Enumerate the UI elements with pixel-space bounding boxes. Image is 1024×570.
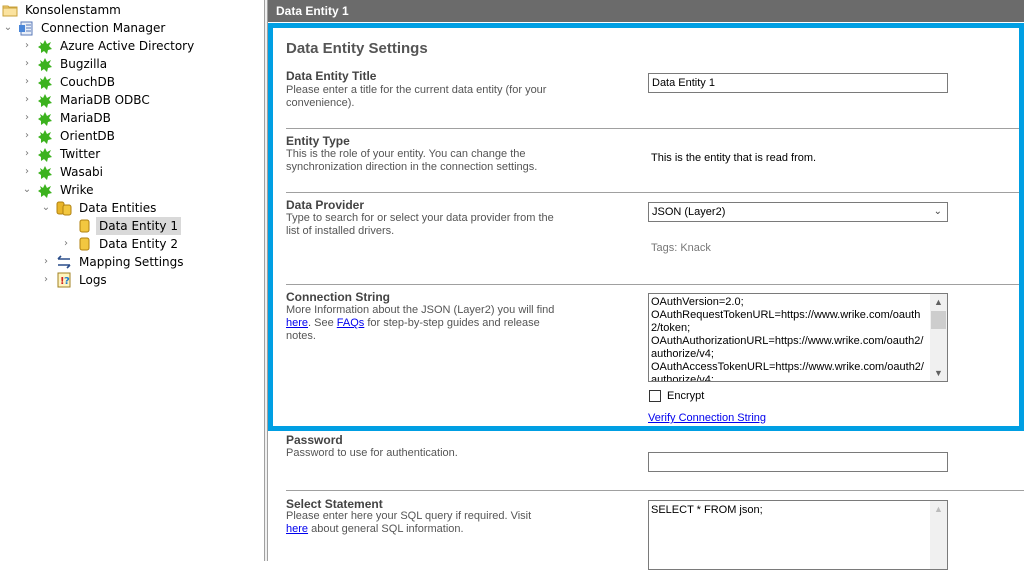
data-provider-select[interactable]: JSON (Layer2) ⌄ bbox=[648, 202, 948, 222]
tree-node-mapping-settings[interactable]: › Mapping Settings bbox=[40, 253, 187, 271]
connection-string-text: OAuthVersion=2.0; OAuthRequestTokenURL=ht… bbox=[651, 296, 924, 382]
connection-label: Bugzilla bbox=[60, 57, 108, 71]
chevron-right-icon[interactable]: › bbox=[21, 163, 33, 181]
divider bbox=[286, 284, 1024, 285]
encrypt-checkbox[interactable] bbox=[649, 390, 661, 402]
log-icon: !? bbox=[56, 272, 72, 288]
password-label: Password bbox=[286, 433, 343, 447]
chevron-right-icon[interactable]: › bbox=[21, 91, 33, 109]
connection-label: Wrike bbox=[60, 183, 94, 197]
tree-node-connection[interactable]: › Twitter bbox=[21, 145, 103, 163]
chevron-right-icon[interactable]: › bbox=[21, 145, 33, 163]
connector-icon bbox=[37, 74, 53, 90]
password-description: Password to use for authentication. bbox=[286, 447, 458, 459]
tree-node-data-entities[interactable]: ⌄ Data Entities bbox=[40, 199, 159, 217]
tree-node-logs[interactable]: › !? Logs bbox=[40, 271, 110, 289]
tree-node-connection-manager[interactable]: ⌄ Connection Manager bbox=[2, 19, 168, 37]
scroll-down-icon[interactable]: ▼ bbox=[930, 365, 947, 381]
divider bbox=[286, 128, 1024, 129]
connection-string-label: Connection String bbox=[286, 290, 390, 304]
chevron-right-icon[interactable]: › bbox=[21, 55, 33, 73]
chevron-down-icon[interactable]: ⌄ bbox=[2, 19, 14, 37]
tree-node-connection[interactable]: › CouchDB bbox=[21, 73, 118, 91]
password-input[interactable] bbox=[648, 452, 948, 472]
encrypt-label: Encrypt bbox=[667, 390, 705, 402]
connector-icon bbox=[37, 56, 53, 72]
connection-string-description: More Information about the JSON (Layer2)… bbox=[286, 304, 555, 342]
scroll-up-icon[interactable]: ▲ bbox=[930, 501, 947, 517]
entity-type-value: This is the entity that is read from. bbox=[651, 152, 817, 164]
select-statement-textarea[interactable]: SELECT * FROM json; ▲ bbox=[648, 500, 948, 570]
sql-here-link[interactable]: here bbox=[286, 523, 308, 535]
entity-type-description: This is the role of your entity. You can… bbox=[286, 148, 538, 173]
tree-node-connection[interactable]: › MariaDB ODBC bbox=[21, 91, 153, 109]
connection-label: CouchDB bbox=[60, 75, 116, 89]
connector-icon bbox=[37, 182, 53, 198]
folder-icon bbox=[2, 2, 18, 18]
chevron-right-icon[interactable]: › bbox=[21, 127, 33, 145]
chevron-down-icon[interactable]: ⌄ bbox=[40, 199, 52, 217]
faqs-link[interactable]: FAQs bbox=[337, 317, 365, 329]
connector-icon bbox=[37, 128, 53, 144]
connection-string-textarea[interactable]: OAuthVersion=2.0; OAuthRequestTokenURL=ht… bbox=[648, 293, 948, 382]
vertical-scrollbar[interactable]: ▲ bbox=[930, 501, 947, 569]
database-icon bbox=[76, 218, 92, 234]
mapping-arrows-icon bbox=[56, 254, 72, 270]
select-statement-text: SELECT * FROM json; bbox=[651, 504, 763, 516]
data-provider-label: Data Provider bbox=[286, 198, 365, 212]
connector-icon bbox=[37, 38, 53, 54]
connection-manager-icon bbox=[18, 20, 34, 36]
tree-node-connection[interactable]: › MariaDB bbox=[21, 109, 114, 127]
tree-node-connection[interactable]: › Bugzilla bbox=[21, 55, 110, 73]
svg-text:?: ? bbox=[64, 276, 70, 287]
tree-node-data-entity-1[interactable]: Data Entity 1 bbox=[60, 217, 181, 235]
connection-label: MariaDB ODBC bbox=[60, 93, 150, 107]
select-statement-description: Please enter here your SQL query if requ… bbox=[286, 510, 532, 535]
tree-node-connection[interactable]: › OrientDB bbox=[21, 127, 118, 145]
chevron-right-icon[interactable]: › bbox=[40, 253, 52, 271]
database-icon bbox=[76, 236, 92, 252]
data-provider-value: JSON (Layer2) bbox=[652, 206, 726, 218]
connector-icon bbox=[37, 146, 53, 162]
provider-tags: Tags: Knack bbox=[651, 242, 711, 254]
settings-heading: Data Entity Settings bbox=[286, 40, 428, 57]
connection-label: Wasabi bbox=[60, 165, 104, 179]
data-provider-description: Type to search for or select your data p… bbox=[286, 212, 554, 237]
chevron-right-icon[interactable]: › bbox=[40, 271, 52, 289]
connection-label: MariaDB bbox=[60, 111, 111, 125]
database-group-icon bbox=[56, 200, 72, 216]
connector-icon bbox=[37, 92, 53, 108]
connection-label: OrientDB bbox=[60, 129, 115, 143]
here-link[interactable]: here bbox=[286, 317, 308, 329]
select-statement-label: Select Statement bbox=[286, 497, 383, 511]
divider bbox=[286, 490, 1024, 491]
tree-node-data-entity-2[interactable]: › Data Entity 2 bbox=[60, 235, 181, 253]
vertical-scrollbar[interactable]: ▲ ▼ bbox=[930, 294, 947, 381]
tree-node-connection[interactable]: ⌄ Wrike bbox=[21, 181, 97, 199]
title-label: Data Entity Title bbox=[286, 69, 377, 83]
entity-settings-panel: Data Entity 1 Data Entity Settings Data … bbox=[268, 0, 1024, 570]
connection-label: Azure Active Directory bbox=[60, 39, 195, 53]
connector-icon bbox=[37, 110, 53, 126]
chevron-down-icon[interactable]: ⌄ bbox=[21, 181, 33, 199]
connector-icon bbox=[37, 164, 53, 180]
panel-title: Data Entity 1 bbox=[268, 0, 1024, 22]
chevron-right-icon[interactable]: › bbox=[21, 37, 33, 55]
chevron-right-icon[interactable]: › bbox=[21, 73, 33, 91]
entity-title-input[interactable] bbox=[648, 73, 948, 93]
chevron-down-icon[interactable]: ⌄ bbox=[934, 203, 942, 221]
chevron-right-icon[interactable]: › bbox=[21, 109, 33, 127]
tree-node-connection[interactable]: › Wasabi bbox=[21, 163, 106, 181]
chevron-right-icon[interactable]: › bbox=[60, 235, 72, 253]
divider bbox=[286, 192, 1024, 193]
tree-node-root[interactable]: Konsolenstamm bbox=[2, 1, 124, 19]
navigation-tree: Konsolenstamm ⌄ Connection Manager ⌄ Dat… bbox=[0, 0, 264, 561]
scroll-up-icon[interactable]: ▲ bbox=[930, 294, 947, 310]
entity-type-label: Entity Type bbox=[286, 134, 350, 148]
scroll-thumb[interactable] bbox=[931, 311, 946, 329]
tree-node-connection[interactable]: › Azure Active Directory bbox=[21, 37, 197, 55]
verify-connection-link[interactable]: Verify Connection String bbox=[648, 412, 766, 424]
connection-label: Twitter bbox=[60, 147, 101, 161]
title-description: Please enter a title for the current dat… bbox=[286, 84, 547, 109]
